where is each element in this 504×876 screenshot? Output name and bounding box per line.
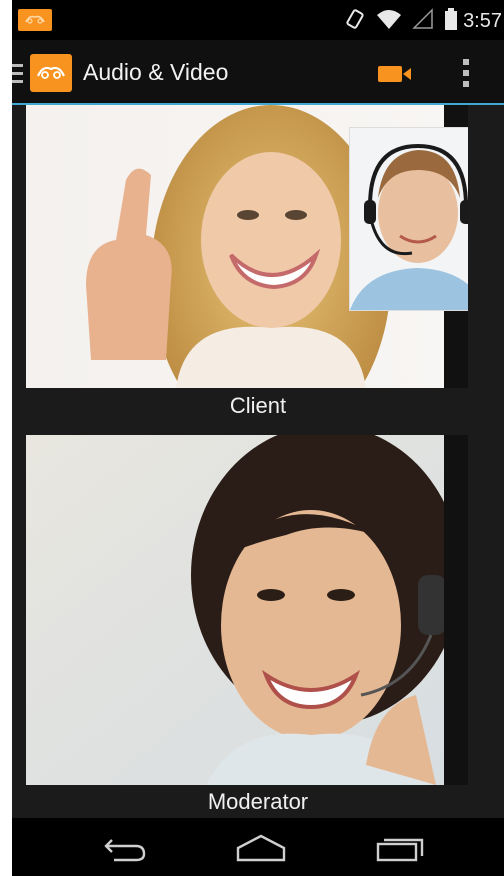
status-bar: 3:57 [12,0,504,40]
battery-icon [444,8,458,35]
drawer-icon[interactable] [12,62,24,91]
recent-apps-icon[interactable] [376,834,426,867]
home-icon[interactable] [236,834,286,867]
video-content: Client Moderator [12,105,504,818]
status-time: 3:57 [463,10,502,32]
self-view-feed [350,128,468,310]
client-video-tile[interactable] [26,105,468,388]
app-notification-icon [18,9,52,31]
moderator-video-tile[interactable] [26,435,468,785]
client-caption: Client [229,393,287,418]
rotation-icon [344,8,366,35]
wifi-icon [376,8,402,35]
navigation-bar [12,818,504,876]
signal-icon [412,8,434,35]
phone-screen: 3:57 Audio & Video Client Moderator [12,0,504,876]
video-camera-icon[interactable] [378,62,418,84]
action-bar: Audio & Video [12,40,504,103]
tile-edge-strip [444,435,468,785]
page-title: Audio & Video [83,59,229,85]
back-icon[interactable] [104,836,148,867]
moderator-caption: Moderator [207,789,309,814]
app-logo-icon[interactable] [30,54,72,92]
self-view-pip[interactable] [349,127,468,311]
overflow-menu-icon[interactable] [459,57,473,89]
moderator-video-feed [26,435,468,785]
